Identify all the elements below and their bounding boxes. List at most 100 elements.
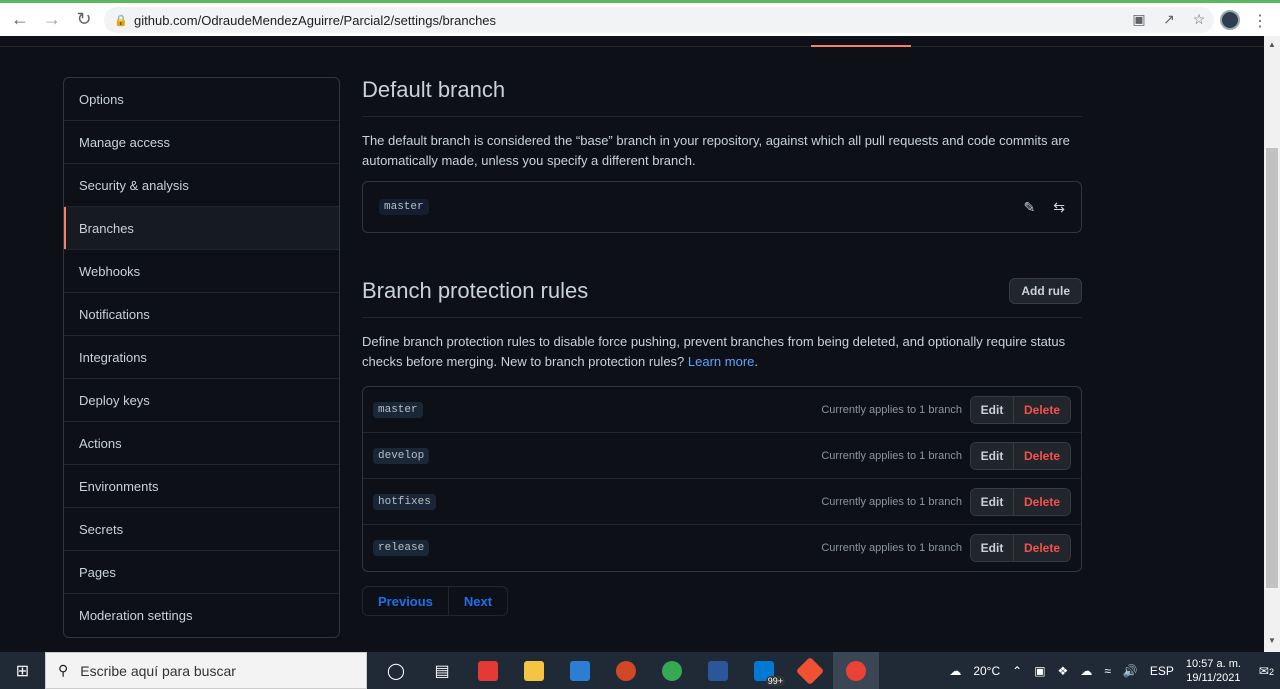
antivirus-icon[interactable]: ☁ — [1080, 664, 1092, 678]
sidebar-item-manage-access[interactable]: Manage access — [64, 121, 339, 164]
next-page-button[interactable]: Next — [449, 587, 507, 615]
rule-delete-button[interactable]: Delete — [1014, 535, 1070, 561]
clock-date: 19/11/2021 — [1186, 671, 1241, 684]
rule-delete-button[interactable]: Delete — [1014, 488, 1070, 515]
rule-pattern: develop — [373, 447, 430, 464]
address-bar[interactable]: 🔒 github.com/OdraudeMendezAguirre/Parcia… — [104, 7, 1214, 33]
page-body: Options Manage access Security & analysi… — [0, 36, 1264, 652]
rule-edit-button[interactable]: Edit — [971, 535, 1014, 561]
sidebar-item-pages[interactable]: Pages — [64, 551, 339, 594]
rule-delete-button[interactable]: Delete — [1014, 396, 1070, 423]
sidebar-item-secrets[interactable]: Secrets — [64, 508, 339, 551]
rule-row: master Currently applies to 1 branch Edi… — [363, 387, 1081, 433]
rule-edit-button[interactable]: Edit — [971, 396, 1014, 423]
protection-description: Define branch protection rules to disabl… — [362, 334, 1066, 369]
search-icon: ⚲ — [58, 662, 69, 678]
rule-edit-button[interactable]: Edit — [971, 442, 1014, 469]
translate-icon[interactable]: ▣ — [1130, 10, 1148, 28]
settings-tab-underline — [811, 45, 911, 47]
weather-icon[interactable]: ☁ — [949, 664, 961, 678]
windows-start-icon[interactable]: ⊞ — [0, 652, 45, 689]
mail-badge: 99+ — [765, 676, 785, 686]
system-tray: ☁ 20°C ⌃ ▣ ❖ ☁ ≈ 🔊 ESP 10:57 a. m. 19/11… — [943, 652, 1280, 689]
chrome-icon[interactable] — [649, 652, 695, 689]
scrollbar-thumb[interactable] — [1266, 148, 1278, 588]
protection-header: Branch protection rules Add rule — [362, 275, 1082, 318]
windows-taskbar: ⊞ ⚲ Escribe aquí para buscar ◯ ▤ 99+ ☁ 2… — [0, 652, 1280, 689]
bookmark-star-icon[interactable]: ☆ — [1190, 10, 1208, 28]
protection-title: Branch protection rules — [362, 278, 589, 303]
default-branch-title: Default branch — [362, 77, 506, 102]
tray-chevron-icon[interactable]: ⌃ — [1012, 664, 1022, 678]
wifi-icon[interactable]: ≈ — [1104, 664, 1111, 678]
previous-page-button[interactable]: Previous — [363, 587, 449, 615]
add-rule-button[interactable]: Add rule — [1009, 278, 1082, 304]
sidebar-item-environments[interactable]: Environments — [64, 465, 339, 508]
taskbar-search[interactable]: ⚲ Escribe aquí para buscar — [45, 652, 367, 689]
taskbar-search-placeholder: Escribe aquí para buscar — [80, 662, 236, 679]
store-icon[interactable] — [557, 652, 603, 689]
task-view-icon[interactable]: ▤ — [419, 652, 465, 689]
learn-more-link[interactable]: Learn more — [688, 354, 754, 369]
language-indicator[interactable]: ESP — [1150, 664, 1174, 678]
notification-count: 2 — [1268, 666, 1274, 677]
git-icon[interactable] — [787, 652, 833, 689]
scroll-down-icon[interactable]: ▼ — [1268, 636, 1276, 645]
rule-applies-text: Currently applies to 1 branch — [821, 495, 962, 508]
rule-row: hotfixes Currently applies to 1 branch E… — [363, 479, 1081, 525]
rule-applies-text: Currently applies to 1 branch — [821, 449, 962, 462]
default-branch-description: The default branch is considered the “ba… — [362, 133, 1070, 168]
sidebar-item-branches[interactable]: Branches — [64, 207, 339, 250]
share-icon[interactable]: ↗ — [1160, 10, 1178, 28]
profile-avatar[interactable] — [1220, 10, 1240, 30]
rule-pattern: master — [373, 401, 423, 418]
mail-icon[interactable]: 99+ — [741, 652, 787, 689]
sidebar-item-deploy-keys[interactable]: Deploy keys — [64, 379, 339, 422]
sidebar-item-moderation-settings[interactable]: Moderation settings — [64, 594, 339, 637]
default-branch-header: Default branch — [362, 74, 1082, 117]
cortana-icon[interactable]: ◯ — [373, 652, 419, 689]
switch-arrows-icon[interactable]: ⇆ — [1053, 199, 1065, 216]
rule-row: release Currently applies to 1 branch Ed… — [363, 525, 1081, 571]
scroll-up-icon[interactable]: ▲ — [1268, 40, 1276, 49]
chrome-active-icon[interactable] — [833, 652, 879, 689]
file-explorer-icon[interactable] — [511, 652, 557, 689]
rule-pattern: release — [373, 540, 430, 556]
dropbox-icon[interactable]: ❖ — [1058, 664, 1069, 678]
sidebar-item-notifications[interactable]: Notifications — [64, 293, 339, 336]
default-branch-box: master ✎ ⇆ — [362, 181, 1082, 233]
url-text: github.com/OdraudeMendezAguirre/Parcial2… — [134, 12, 497, 28]
header-divider — [0, 46, 1264, 47]
sidebar-item-webhooks[interactable]: Webhooks — [64, 250, 339, 293]
sidebar-item-options[interactable]: Options — [64, 78, 339, 121]
rule-delete-button[interactable]: Delete — [1014, 442, 1070, 469]
lock-icon: 🔒 — [114, 15, 128, 27]
main-content: Default branch The default branch is con… — [362, 74, 1082, 616]
pencil-icon[interactable]: ✎ — [1024, 199, 1036, 216]
rule-applies-text: Currently applies to 1 branch — [821, 403, 962, 416]
browser-toolbar: ← → ↻ 🔒 github.com/OdraudeMendezAguirre/… — [0, 0, 1280, 36]
forward-icon[interactable]: → — [40, 8, 64, 32]
powerpoint-icon[interactable] — [603, 652, 649, 689]
reload-icon[interactable]: ↻ — [72, 8, 96, 32]
gift-app-icon[interactable] — [465, 652, 511, 689]
volume-icon[interactable]: 🔊 — [1123, 664, 1138, 678]
settings-sidebar: Options Manage access Security & analysi… — [63, 77, 340, 638]
rule-edit-button[interactable]: Edit — [971, 488, 1014, 515]
weather-temp[interactable]: 20°C — [973, 664, 1000, 678]
word-icon[interactable] — [695, 652, 741, 689]
sidebar-item-integrations[interactable]: Integrations — [64, 336, 339, 379]
rule-applies-text: Currently applies to 1 branch — [821, 542, 962, 554]
clock-time: 10:57 a. m. — [1185, 657, 1241, 670]
meet-icon[interactable]: ▣ — [1034, 664, 1045, 678]
notification-center-icon[interactable]: ✉2 — [1259, 664, 1274, 678]
back-icon[interactable]: ← — [8, 8, 32, 32]
pagination: Previous Next — [362, 586, 509, 616]
page-scrollbar[interactable]: ▲ ▼ — [1264, 36, 1280, 652]
sidebar-item-security-analysis[interactable]: Security & analysis — [64, 164, 339, 207]
rule-pattern: hotfixes — [373, 493, 436, 510]
browser-menu-icon[interactable]: ⋮ — [1252, 11, 1268, 31]
taskbar-clock[interactable]: 10:57 a. m. 19/11/2021 — [1186, 657, 1241, 685]
sidebar-item-actions[interactable]: Actions — [64, 422, 339, 465]
protection-rules-list: master Currently applies to 1 branch Edi… — [362, 386, 1082, 572]
